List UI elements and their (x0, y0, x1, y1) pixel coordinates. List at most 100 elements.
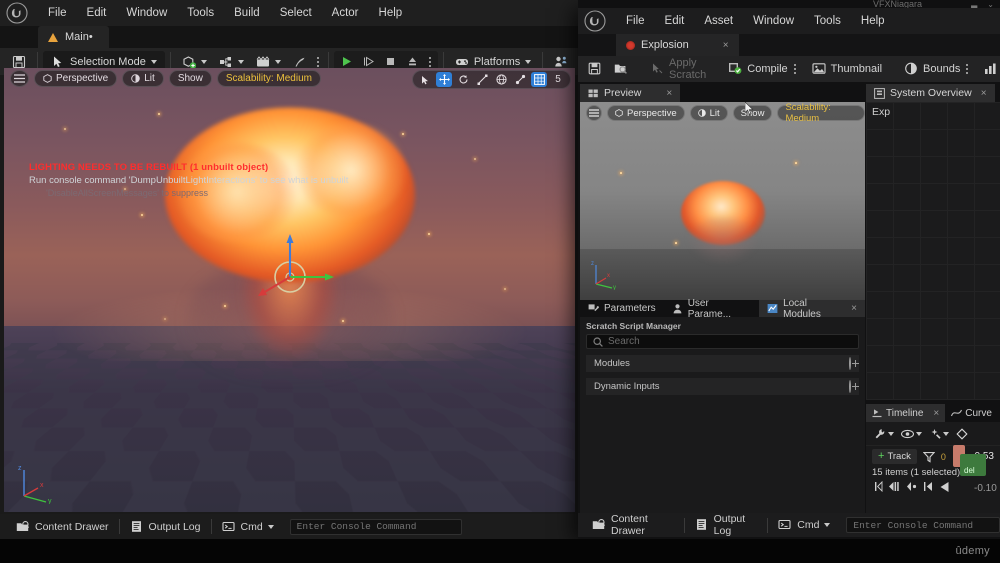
niagara-save-button[interactable] (582, 59, 608, 79)
scratch-search-box[interactable]: Search (586, 334, 859, 349)
menu-edit[interactable]: Edit (77, 4, 117, 22)
performance-icon (984, 62, 998, 76)
modules-section-row[interactable]: Modules (586, 355, 859, 372)
niagara-preview-viewport[interactable]: Perspective Lit Show Scalability: Medium… (580, 102, 865, 300)
viewport-menu-icon[interactable] (586, 105, 602, 121)
desktop-bottom-strip (0, 539, 1000, 563)
niagara-menu-asset[interactable]: Asset (694, 12, 743, 30)
content-drawer-button[interactable]: Content Drawer (6, 514, 119, 539)
menu-build[interactable]: Build (224, 4, 270, 22)
jump-to-start-icon[interactable] (874, 480, 883, 495)
compile-button[interactable]: Compile (722, 59, 793, 79)
bounds-options-button[interactable] (966, 61, 969, 77)
close-icon[interactable]: × (851, 303, 857, 314)
filter-icon[interactable] (922, 451, 936, 463)
step-back-icon[interactable] (888, 481, 901, 495)
thumbnail-button[interactable]: Thumbnail (806, 59, 888, 79)
apply-scratch-button[interactable]: Apply Scratch (644, 57, 712, 81)
menu-actor[interactable]: Actor (322, 4, 369, 22)
add-track-button[interactable]: + Track (872, 449, 917, 464)
menu-file[interactable]: File (38, 4, 77, 22)
tab-parameters[interactable]: Parameters (580, 300, 664, 317)
system-overview-icon (874, 87, 885, 99)
timeline-green-section[interactable]: del (960, 454, 986, 476)
niagara-output-log-button[interactable]: Output Log (685, 513, 768, 538)
timeline-wrench-button[interactable] (874, 428, 894, 440)
viewport-lit-button[interactable]: Lit (122, 70, 164, 87)
niagara-menu-file[interactable]: File (616, 12, 655, 30)
preview-toolbar: Perspective Lit Show Scalability: Medium (586, 102, 865, 124)
tab-main-level[interactable]: Main• (38, 26, 109, 48)
browse-to-asset-button[interactable] (608, 59, 634, 79)
close-icon[interactable]: × (723, 40, 729, 51)
tab-curve-editor[interactable]: Curve (945, 404, 998, 422)
world-coords-icon[interactable] (493, 72, 509, 87)
niagara-menu-window[interactable]: Window (743, 12, 804, 30)
timeline-effects-button[interactable] (929, 428, 949, 440)
preview-scalability-button[interactable]: Scalability: Medium (777, 102, 865, 124)
scale-icon[interactable] (474, 72, 490, 87)
select-icon[interactable] (417, 72, 433, 87)
viewport-show-button[interactable]: Show (168, 70, 212, 87)
niagara-menu-help[interactable]: Help (851, 12, 895, 30)
system-node-label[interactable]: Exp (872, 106, 890, 118)
surface-snap-icon[interactable] (512, 72, 528, 87)
rotate-icon[interactable] (455, 72, 471, 87)
tab-timeline[interactable]: Timeline × (866, 404, 946, 422)
diamond-key-icon[interactable] (956, 427, 968, 440)
translate-icon[interactable] (436, 72, 452, 87)
chevron-down-icon (943, 431, 949, 436)
console-icon (221, 520, 236, 534)
platforms-icon (455, 55, 469, 69)
close-icon[interactable]: × (666, 88, 672, 99)
dynamic-inputs-section-row[interactable]: Dynamic Inputs (586, 378, 859, 395)
preview-perspective-label: Perspective (626, 107, 677, 119)
niagara-menu-tools[interactable]: Tools (804, 12, 851, 30)
performance-button[interactable]: P (978, 59, 1000, 79)
tab-timeline-label: Timeline (886, 407, 924, 419)
plus-icon: + (878, 450, 885, 462)
add-circle-icon[interactable] (849, 357, 851, 370)
output-log-button[interactable]: Output Log (120, 514, 211, 539)
timeline-frame-number: 0 (940, 451, 946, 462)
tab-local-modules[interactable]: Local Modules × (759, 298, 865, 320)
content-drawer-icon (16, 520, 30, 534)
previous-frame-icon[interactable] (923, 481, 934, 495)
level-viewport[interactable]: Perspective Lit Show Scalability: Medium (4, 68, 575, 512)
menu-help[interactable]: Help (369, 4, 413, 22)
close-icon[interactable]: × (933, 408, 939, 419)
play-icon[interactable] (939, 481, 951, 496)
viewport-perspective-button[interactable]: Perspective (34, 70, 118, 87)
transform-gizmo[interactable] (245, 232, 335, 322)
preview-lit-button[interactable]: Lit (689, 105, 728, 121)
play-reverse-icon[interactable] (906, 481, 918, 495)
spark (141, 214, 143, 217)
viewport-menu-icon[interactable] (10, 70, 29, 87)
menu-tools[interactable]: Tools (177, 4, 224, 22)
add-circle-icon[interactable] (849, 380, 851, 393)
compile-options-button[interactable] (793, 61, 796, 77)
chevron-down-icon (525, 59, 532, 64)
close-icon[interactable]: × (981, 88, 987, 99)
tab-user-parameters[interactable]: User Parame... (664, 298, 759, 320)
grid-snap-icon[interactable] (531, 72, 547, 87)
cmd-button[interactable]: Cmd (212, 514, 284, 539)
tab-explosion-asset[interactable]: Explosion × (616, 34, 739, 56)
niagara-cmd-button[interactable]: Cmd (768, 513, 840, 538)
niagara-menu-edit[interactable]: Edit (655, 12, 695, 30)
grid-snap-value[interactable]: 5 (550, 72, 566, 87)
timeline-visibility-button[interactable] (901, 429, 922, 439)
niagara-editor-window: VFXNiagara ▃ ⌄ File Edit Asset Window To… (578, 0, 1000, 542)
system-overview-panel[interactable]: Exp (866, 102, 1000, 400)
menu-select[interactable]: Select (270, 4, 322, 22)
viewport-scalability-button[interactable]: Scalability: Medium (216, 70, 321, 87)
niagara-content-drawer-button[interactable]: Content Drawer (582, 513, 684, 538)
preview-perspective-button[interactable]: Perspective (606, 105, 685, 121)
niagara-console-command-input[interactable] (846, 517, 1000, 533)
tab-system-overview[interactable]: System Overview × (866, 84, 995, 102)
menu-window[interactable]: Window (116, 4, 177, 22)
svg-text:z: z (591, 261, 594, 267)
bounds-button[interactable]: Bounds (898, 59, 966, 79)
tab-preview[interactable]: Preview × (580, 84, 681, 102)
console-command-input[interactable] (289, 518, 462, 535)
